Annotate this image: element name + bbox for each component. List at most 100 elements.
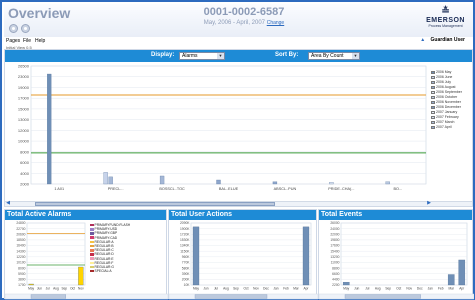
y-tick-label: 1900K [180, 227, 190, 231]
user-actions-chart: 2090K 1900K1720K 1530K 1340K1150K 960K 770K58… [169, 221, 318, 300]
user-actions-title: Total User Actions [169, 210, 316, 220]
y-tick-label: 16400 [16, 244, 25, 248]
legend-swatch [431, 70, 435, 74]
x-tick-label: Sep [233, 287, 239, 291]
scroll-left-icon[interactable]: ◀ [5, 201, 11, 206]
y-tick-label: 12000 [18, 128, 30, 133]
display-select[interactable]: Alarms ▼ [179, 52, 225, 60]
logo-name: EMERSON [426, 17, 465, 24]
y-tick-label: 10K [184, 283, 191, 287]
scrollbar-track [5, 293, 168, 300]
plot-area [30, 65, 427, 185]
y-tick-label: 2000 [20, 182, 30, 187]
x-tick-label: Jun [203, 287, 208, 291]
y-tick-label: 14300 [16, 249, 25, 253]
legend-swatch [90, 269, 94, 273]
y-tick-label: 1720K [180, 232, 190, 236]
x-tick-label: May [343, 287, 349, 291]
legend-swatch [431, 95, 435, 99]
scroll-right-icon[interactable]: ▶ [426, 201, 432, 206]
plot-area [26, 222, 86, 286]
header-bar: Overview 0001-0002-6587 May, 2006 - Apri… [4, 4, 473, 37]
menu-pages[interactable]: Pages [6, 38, 20, 44]
main-chart-legend: 2006 May 2006 June 2006 July 2006 August 200… [431, 70, 471, 130]
x-tick-label: Feb [283, 287, 289, 291]
y-tick-label: 5900 [18, 272, 26, 276]
legend-label: 2006 June [436, 75, 453, 79]
legend-label: SPECIAL:A [94, 269, 112, 274]
y-tick-label: 22000 [330, 232, 339, 236]
x-tick-label: Oct [70, 287, 75, 291]
legend-item: SPECIAL:A [90, 269, 130, 273]
y-tick-label: 15000 [18, 106, 30, 111]
legend-swatch [90, 228, 94, 231]
menu-bar: Pages File Help ▲ Guardian User [4, 37, 473, 45]
x-tick-label: Aug [375, 287, 381, 291]
x-tick-label: ABSCL..PUN [274, 187, 297, 191]
y-tick-label: 200K [182, 278, 191, 282]
y-tick-label: 8000 [18, 266, 26, 270]
legend-swatch [431, 90, 435, 94]
active-alarms-chart: 24800 2270020600 18500 1640014300 12200 10100… [5, 221, 168, 300]
forward-button[interactable] [21, 24, 30, 33]
main-chart-panel: Display: Alarms ▼ Sort By: Area By Count… [4, 49, 473, 207]
page-title: Overview [8, 5, 71, 21]
x-tick-label: Jan [273, 287, 278, 291]
up-arrow-icon[interactable]: ▲ [420, 37, 425, 43]
total-events-title: Total Events [319, 210, 472, 220]
bar [47, 73, 52, 185]
change-date-link[interactable]: Change [267, 20, 285, 26]
bar [28, 283, 34, 286]
y-tick-label: 24000 [330, 227, 339, 231]
active-alarms-legend: PRIMARYFUND:FLASH PRIMARY:USD PRIMARY:GBP P… [90, 223, 130, 273]
legend-swatch [431, 115, 435, 119]
legend-swatch [90, 249, 94, 252]
menu-help[interactable]: Help [35, 38, 45, 44]
x-tick-label: Oct [396, 287, 401, 291]
x-tick-label: Nov [78, 287, 84, 291]
x-tick-label: Aug [223, 287, 229, 291]
y-tick-label: 1150K [180, 249, 190, 253]
legend-swatch [431, 75, 435, 79]
y-tick-label: 6000 [20, 160, 30, 165]
back-button[interactable] [9, 24, 18, 33]
user-actions-panel: Total User Actions 2090K 1900K 1720K 1530K 1… [168, 209, 318, 300]
sortby-select[interactable]: Area By Count ▼ [308, 52, 360, 60]
legend-label: 2006 August [436, 85, 456, 89]
legend-swatch [90, 232, 94, 235]
display-value: Alarms [182, 53, 198, 59]
legend-label: 2007 March [436, 120, 455, 124]
bar [329, 182, 334, 185]
date-range-text: May, 2006 - April, 2007 [203, 20, 266, 26]
overview-window: Overview 0001-0002-6587 May, 2006 - Apri… [0, 0, 475, 300]
chart-controls: Display: Alarms ▼ Sort By: Area By Count… [5, 50, 472, 62]
x-tick-label: Feb [438, 287, 444, 291]
x-tick-label: Dec [263, 287, 269, 291]
legend-label: 2007 April [436, 125, 452, 129]
y-tick-label: 4400 [332, 278, 340, 282]
y-tick-label: 19800 [330, 238, 339, 242]
y-tick-label: 8800 [332, 266, 340, 270]
y-tick-label: 23000 [18, 74, 30, 79]
x-tick-label: Sep [385, 287, 391, 291]
active-alarms-panel: Total Active Alarms 24800 22700 20600 18500… [4, 209, 168, 300]
plot-area [190, 222, 312, 286]
bar [458, 259, 466, 286]
scroll-thumb [194, 294, 268, 299]
bar [272, 181, 278, 185]
legend-swatch [90, 257, 94, 260]
y-tick-label: 10000 [18, 139, 30, 144]
main-chart-scrollbar[interactable]: ◀ ▶ [5, 201, 472, 206]
legend-swatch [431, 110, 435, 114]
scroll-thumb[interactable] [35, 202, 275, 206]
x-tick-label: Jun [37, 287, 42, 291]
x-tick-label: Mar [449, 287, 455, 291]
legend-swatch [90, 244, 94, 248]
y-tick-label: 1700 [18, 283, 26, 287]
menu-file[interactable]: File [23, 38, 31, 44]
x-tick-label: Aug [53, 287, 59, 291]
sortby-label: Sort By: [275, 52, 299, 58]
y-tick-label: 18500 [16, 238, 25, 242]
legend-swatch [431, 120, 435, 124]
x-tick-label: Dec [417, 287, 423, 291]
